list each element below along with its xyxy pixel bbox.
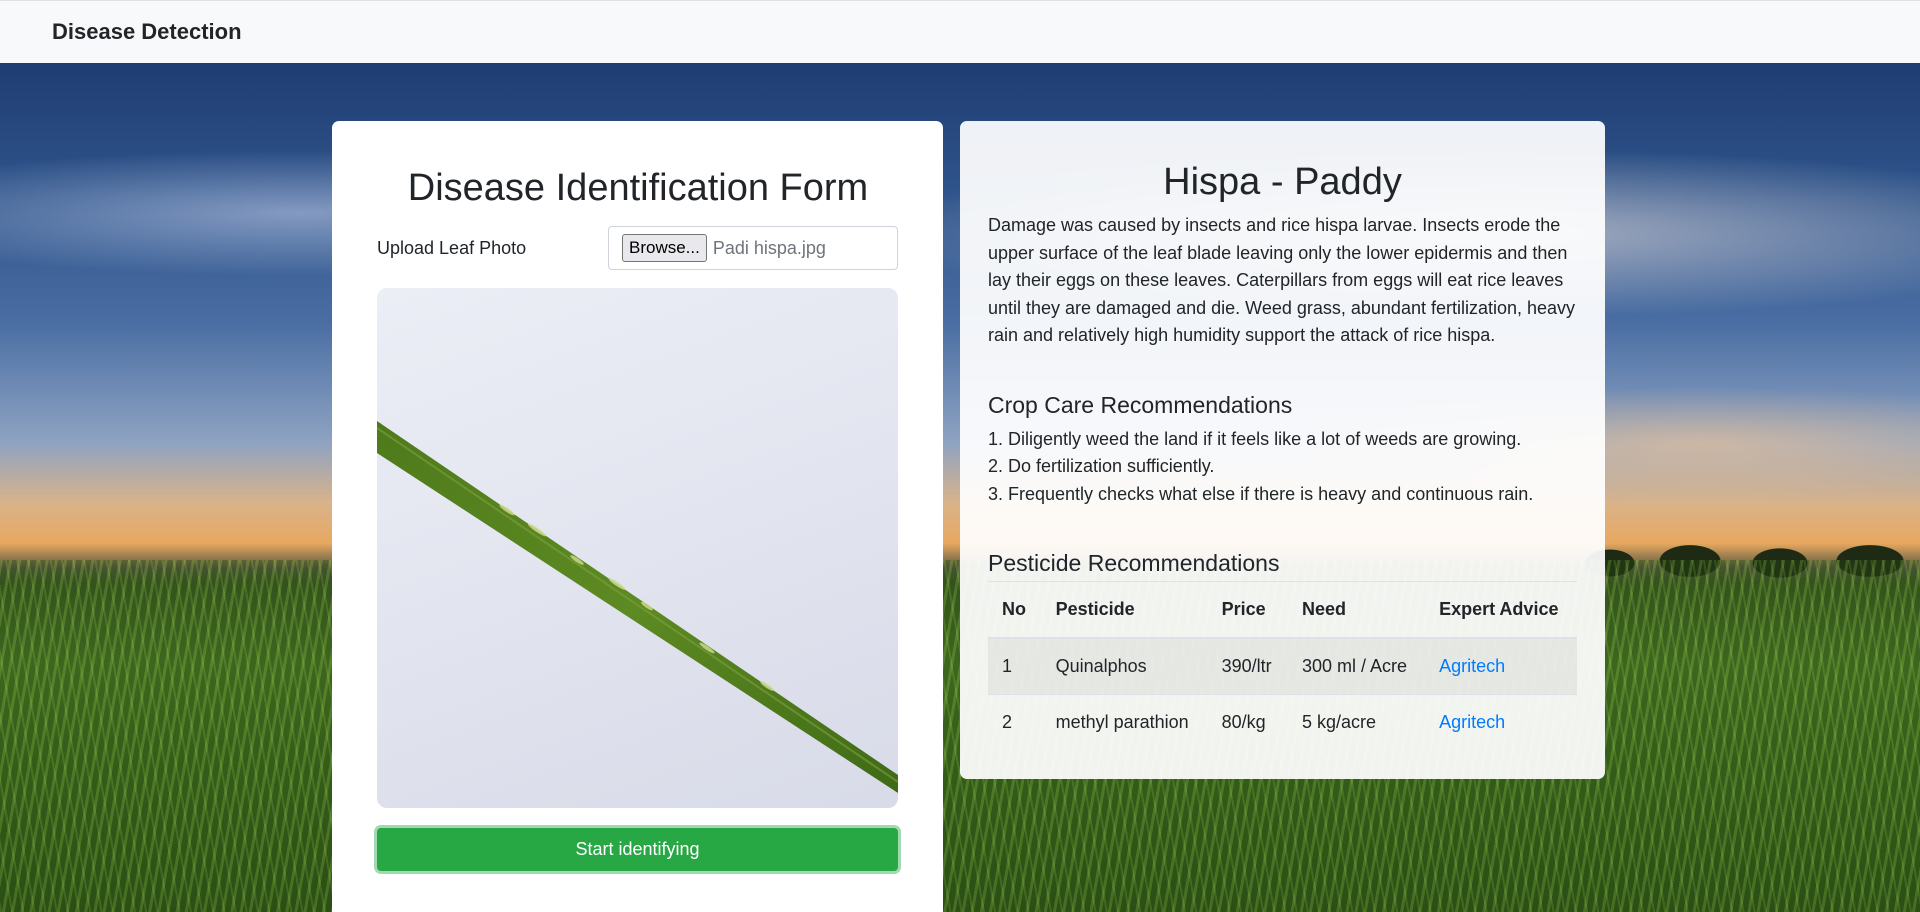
expert-advice-link[interactable]: Agritech: [1439, 712, 1505, 732]
disease-description: Damage was caused by insects and rice hi…: [988, 215, 1576, 345]
expert-advice-link[interactable]: Agritech: [1439, 656, 1505, 676]
cell-price: 390/ltr: [1207, 638, 1288, 695]
leaf-photo-file-input[interactable]: Browse... Padi hispa.jpg: [608, 226, 898, 270]
selected-file-name: Padi hispa.jpg: [712, 237, 826, 258]
pesticide-heading: Pesticide Recommendations: [988, 550, 1577, 582]
cell-no: 2: [1002, 711, 1013, 732]
form-title: Disease Identification Form: [407, 167, 869, 209]
col-header-need: Need: [1287, 582, 1426, 639]
care-item: 3. Frequently checks what else if there …: [988, 483, 1534, 504]
upload-label: Upload Leaf Photo: [377, 237, 527, 258]
cell-pesticide: Quinalphos: [1041, 638, 1208, 695]
start-identifying-button[interactable]: Start identifying: [377, 828, 898, 871]
col-header-pesticide: Pesticide: [1041, 582, 1208, 639]
table-row: 1 Quinalphos 390/ltr 300 ml / Acre Agrit…: [988, 638, 1577, 695]
upload-row: Upload Leaf Photo Browse... Padi hispa.j…: [377, 226, 899, 270]
pesticide-table: No Pesticide Price Need Expert Advice 1 …: [988, 582, 1577, 750]
table-row: 2 methyl parathion 80/kg 5 kg/acre Agrit…: [988, 694, 1577, 750]
col-header-no: No: [988, 582, 1042, 639]
navbar: Disease Detection: [0, 0, 1920, 63]
table-header-row: No Pesticide Price Need Expert Advice: [988, 582, 1577, 639]
browse-button[interactable]: Browse...: [622, 234, 707, 262]
cell-pesticide: methyl parathion: [1055, 711, 1189, 732]
cell-no: 1: [988, 638, 1042, 695]
leaf-image: [377, 421, 898, 793]
care-item: 2. Do fertilization sufficiently.: [988, 456, 1215, 476]
disease-form-card: Disease Identification Form Upload Leaf …: [332, 121, 943, 912]
navbar-brand[interactable]: Disease Detection: [52, 19, 242, 45]
leaf-photo-preview: [377, 288, 898, 808]
cell-price: 80/kg: [1221, 711, 1266, 732]
disease-title: Hispa - Paddy: [1163, 161, 1402, 203]
care-item: 1. Diligently weed the land if it feels …: [988, 428, 1522, 449]
col-header-expert-advice: Expert Advice: [1425, 582, 1577, 639]
care-list: 1. Diligently weed the land if it feels …: [988, 426, 1577, 509]
cell-need: 300 ml / Acre: [1287, 638, 1426, 695]
cell-need: 5 kg/acre: [1301, 711, 1377, 732]
care-heading: Crop Care Recommendations: [988, 391, 1293, 418]
result-card: Hispa - Paddy Damage was caused by insec…: [960, 121, 1605, 779]
col-header-price: Price: [1207, 582, 1288, 639]
cell-expert-advice: Agritech: [1425, 694, 1577, 750]
cell-expert-advice: Agritech: [1425, 638, 1577, 695]
